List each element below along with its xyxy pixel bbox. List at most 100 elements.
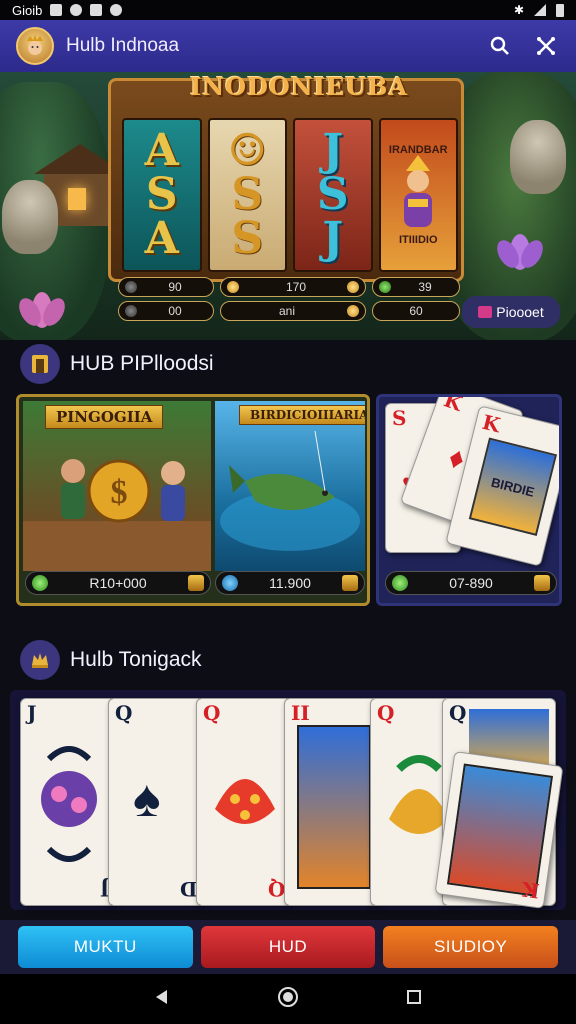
card-rank: Q (115, 701, 133, 725)
game-tile-treasure[interactable]: PINGOGIIA $ (23, 401, 211, 571)
game-prize-value: 11.900 (269, 575, 311, 591)
fish-icon (220, 430, 360, 551)
close-button[interactable] (532, 32, 560, 60)
promo-label: Pioooet (496, 304, 544, 320)
bet-pill[interactable]: ani (220, 301, 366, 321)
bet-row-2: 00 ani 60 (118, 301, 460, 321)
playing-card[interactable]: Q Q (196, 698, 292, 906)
bet-pill[interactable]: 90 (118, 277, 214, 297)
bet-pill[interactable]: 39 (372, 277, 460, 297)
home-button[interactable] (276, 985, 300, 1014)
reel-symbol: J (322, 213, 344, 264)
battery-icon (556, 3, 564, 17)
playing-card[interactable]: II (284, 698, 380, 906)
reel-symbol: S (316, 169, 349, 220)
game-prize-value: R10+000 (89, 575, 147, 591)
games-grid: PINGOGIIA $ BIRDICIOIIIARIA R10+000 11.9… (16, 394, 562, 608)
chest-icon (188, 575, 204, 591)
svg-text:$: $ (111, 474, 128, 511)
monkey-right (510, 120, 566, 194)
treasure-scene-icon: $ (23, 459, 211, 571)
shell-icon (215, 779, 275, 824)
bet-value: 170 (285, 280, 307, 294)
tab-muktu[interactable]: MUKTU (18, 926, 193, 968)
bet-value: 90 (168, 280, 182, 294)
reel-card-label: ITIIIDIO (399, 234, 438, 246)
game-tile-fishing[interactable]: BIRDICIOIIIARIA (215, 401, 365, 571)
reel-symbol: S (231, 213, 264, 264)
promo-button[interactable]: Pioooet (462, 296, 560, 328)
coin-icon (32, 575, 48, 591)
reel-4: IRANDBAR ITIIIDIO (378, 118, 458, 272)
tab-hud[interactable]: HUD (200, 926, 376, 968)
coin-icon (227, 281, 239, 293)
coin-icon (347, 281, 359, 293)
game-prize-pill[interactable]: 11.900 (215, 571, 365, 595)
card-rank: K (519, 876, 541, 904)
section-title: HUB PIPlloodsi (70, 352, 214, 375)
lotus-flower-right (497, 234, 543, 270)
game-panel-featured[interactable]: PINGOGIIA $ BIRDICIOIIIARIA R10+000 11.9… (16, 394, 370, 606)
back-button[interactable] (153, 988, 171, 1011)
coin-icon (125, 281, 137, 293)
card-rank: II (291, 701, 310, 725)
app-bar: Hulb Indnoaa (0, 20, 576, 72)
status-text: Gioib (12, 2, 43, 18)
bet-pill[interactable]: 00 (118, 301, 214, 321)
reel-symbol: A (144, 125, 179, 176)
message-icon (70, 4, 83, 16)
bet-value: 60 (409, 304, 423, 318)
game-panel-cards[interactable]: S ♥ K ♦ K BIRDIE 07-890 (376, 394, 562, 606)
section-title: Hulb Tonigack (70, 648, 202, 671)
reel-symbol: S (231, 169, 264, 220)
section-icon (20, 640, 60, 680)
card-rank: K (479, 409, 503, 438)
bottom-tab-bar: MUKTU HUD SIUDIOY (0, 920, 576, 974)
grapes-icon (41, 746, 97, 862)
search-button[interactable] (486, 32, 514, 60)
reel-symbol: A (144, 213, 179, 264)
card-rank: J (27, 701, 37, 725)
back-triangle-icon (155, 989, 167, 1004)
crown-icon (32, 653, 48, 668)
search-icon (490, 36, 509, 55)
coin-icon (347, 305, 359, 317)
card-rank: Q (267, 877, 285, 901)
game-prize-pill[interactable]: 07-890 (385, 571, 557, 595)
recents-square-icon (407, 989, 422, 1004)
bet-value: ani (278, 304, 295, 318)
playing-card-front[interactable]: K (434, 751, 564, 909)
bet-pill[interactable]: 60 (372, 301, 460, 321)
status-bar: Gioib ✱ (0, 0, 576, 20)
crowned-face-icon (27, 35, 43, 55)
close-icon (537, 37, 555, 55)
bet-pill[interactable]: 170 (220, 277, 366, 297)
game-prize-pill[interactable]: R10+000 (25, 571, 211, 595)
card-showcase[interactable]: J J Q ♠ D Q Q II Q Q Q K (10, 690, 566, 910)
section-icon (20, 344, 60, 384)
tab-studio[interactable]: SIUDIOY (383, 926, 559, 968)
coin-icon (392, 575, 408, 591)
section-header-popular: HUB PIPlloodsi (20, 344, 214, 384)
reel-3: J S J (293, 118, 373, 272)
system-nav-bar (0, 974, 576, 1024)
playing-card[interactable]: Q ♠ D (108, 698, 204, 906)
game-prize-value: 07-890 (449, 575, 493, 591)
reel-symbol: ☺ (227, 125, 267, 176)
card-art-label: BIRDIE (489, 474, 537, 500)
recents-button[interactable] (405, 988, 423, 1011)
app-title: Hulb Indnoaa (66, 35, 180, 56)
slot-reels[interactable]: A S A ☺ S S J S J IRANDBAR ITIIIDIO (122, 118, 458, 272)
image-icon (90, 4, 103, 16)
card-rank: Q (203, 701, 221, 725)
reel-1: A S A (122, 118, 202, 272)
reel-symbol: J (322, 125, 344, 176)
spade-suit-icon: ♠ (133, 770, 161, 828)
monkey-statue-left (2, 180, 58, 254)
playing-card[interactable]: J J (20, 698, 116, 906)
bluetooth-icon: ✱ (513, 3, 524, 17)
doorway-icon (32, 355, 48, 373)
avatar[interactable] (16, 27, 54, 65)
card-rank: Q (449, 701, 467, 725)
coin-icon (125, 305, 137, 317)
